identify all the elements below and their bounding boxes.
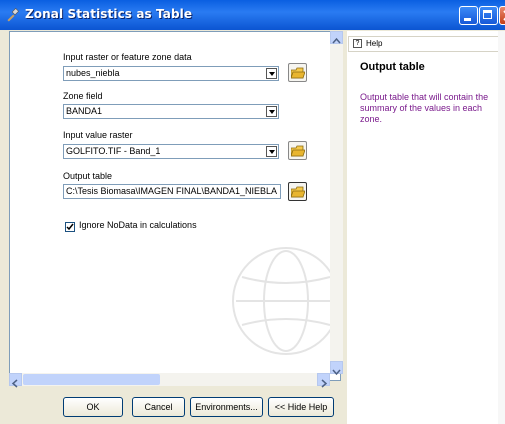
output-table-value: C:\Tesis Biomasa\IMAGEN FINAL\BANDA1_NIE… [66,186,278,196]
chevron-down-icon[interactable] [266,106,277,117]
hammer-icon [7,8,19,22]
globe-watermark-icon [232,247,340,355]
value-raster-select[interactable]: GOLFITO.TIF - Band_1 [63,144,279,159]
browse-output-table-button[interactable] [288,182,307,201]
browse-zone-data-button[interactable] [288,63,307,82]
horizontal-scrollbar[interactable] [9,373,330,388]
chevron-right-icon [321,379,328,388]
chevron-down-icon [332,369,341,376]
window-title: Zonal Statistics as Table [25,7,193,21]
maximize-icon [483,10,492,19]
scroll-down-button[interactable] [330,361,343,376]
hide-help-button[interactable]: << Hide Help [268,397,334,417]
scroll-right-button[interactable] [317,373,330,388]
folder-icon [291,186,305,198]
help-title: Output table [360,61,425,73]
help-description: Output table that will contain the summa… [360,92,489,124]
scroll-thumb[interactable] [23,374,160,385]
zone-field-value: BANDA1 [66,106,103,116]
help-panel [346,31,505,424]
zone-field-label: Zone field [63,91,103,101]
checkmark-icon [66,223,74,231]
zone-data-value: nubes_niebla [66,68,120,78]
scroll-left-button[interactable] [9,373,22,388]
output-table-label: Output table [63,171,113,181]
cancel-button[interactable]: Cancel [132,397,185,417]
chevron-left-icon [11,379,18,388]
ok-button[interactable]: OK [63,397,123,417]
folder-icon [291,67,305,79]
vertical-scrollbar[interactable] [330,31,343,376]
value-raster-value: GOLFITO.TIF - Band_1 [66,146,161,156]
zone-data-label: Input raster or feature zone data [63,52,192,62]
close-button[interactable] [499,6,505,25]
help-icon: ? [353,39,362,48]
parameters-panel [9,31,341,381]
environments-button[interactable]: Environments... [190,397,263,417]
title-bar[interactable]: Zonal Statistics as Table [0,0,505,30]
dialog-window: Zonal Statistics as Table Input raster o… [0,0,505,424]
help-scrollbar[interactable] [498,31,505,424]
minimize-button[interactable] [459,6,478,25]
chevron-down-icon[interactable] [266,146,277,157]
browse-value-raster-button[interactable] [288,141,307,160]
chevron-down-icon[interactable] [266,68,277,79]
maximize-button[interactable] [479,6,498,25]
ignore-nodata-checkbox[interactable] [65,222,75,232]
minimize-icon [464,18,471,21]
zone-data-select[interactable]: nubes_niebla [63,66,279,81]
scroll-up-button[interactable] [330,31,343,44]
chevron-up-icon [332,37,341,44]
ignore-nodata-label: Ignore NoData in calculations [79,220,197,230]
help-tab-label: Help [366,39,383,48]
help-tab[interactable]: ? Help [348,36,499,52]
folder-icon [291,145,305,157]
value-raster-label: Input value raster [63,130,133,140]
zone-field-select[interactable]: BANDA1 [63,104,279,119]
output-table-input[interactable]: C:\Tesis Biomasa\IMAGEN FINAL\BANDA1_NIE… [63,184,281,199]
